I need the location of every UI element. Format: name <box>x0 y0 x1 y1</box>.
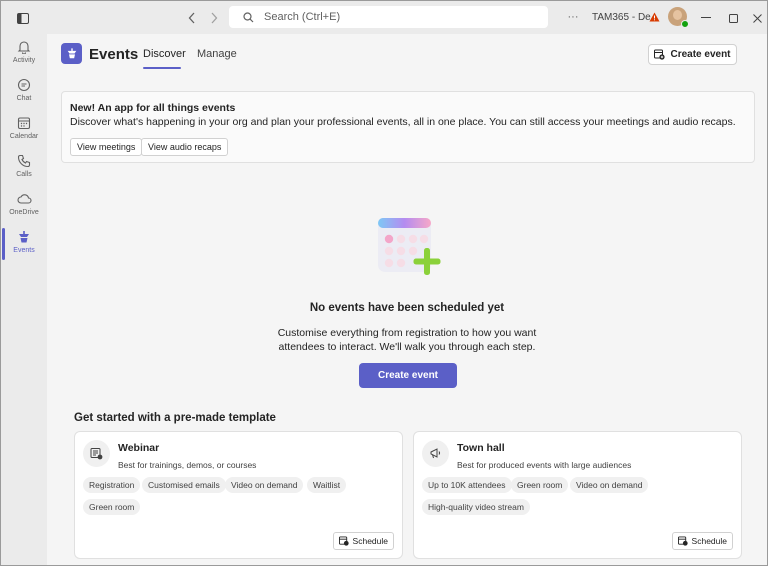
create-event-header-button[interactable]: Create event <box>648 44 737 65</box>
rail-label: Calendar <box>9 133 39 140</box>
webinar-icon <box>83 440 110 467</box>
template-card-webinar[interactable]: Webinar Best for trainings, demos, or co… <box>74 431 403 559</box>
warning-icon[interactable] <box>648 11 660 23</box>
calendar-icon <box>17 117 31 130</box>
feature-tag: Up to 10K attendees <box>422 477 512 493</box>
app-rail: Activity Chat Calendar Calls OneDrive Ev… <box>1 34 47 565</box>
feature-tag: Video on demand <box>225 477 304 493</box>
minimize-icon[interactable] <box>698 10 714 26</box>
maximize-icon[interactable] <box>725 10 741 26</box>
presence-available-icon <box>681 20 689 28</box>
card-title: Town hall <box>457 442 505 454</box>
rail-item-activity[interactable]: Activity <box>1 40 47 76</box>
events-app-icon <box>61 43 82 64</box>
rail-item-onedrive[interactable]: OneDrive <box>1 192 47 228</box>
close-icon[interactable] <box>749 10 765 26</box>
announcement-banner: New! An app for all things events Discov… <box>61 91 755 163</box>
empty-state-description: Customise everything from registration t… <box>277 327 537 353</box>
cloud-icon <box>17 194 32 204</box>
teams-window: Search (Ctrl+E) ··· TAM365 - De... Activ… <box>0 0 768 566</box>
search-icon <box>243 11 254 22</box>
schedule-button[interactable]: Schedule <box>332 532 394 550</box>
sidebar-toggle-icon[interactable] <box>15 10 31 26</box>
page-title: Events <box>89 46 139 63</box>
rail-item-calendar[interactable]: Calendar <box>1 116 47 152</box>
rail-item-chat[interactable]: Chat <box>1 78 47 114</box>
rail-item-events[interactable]: Events <box>1 228 47 266</box>
view-meetings-button[interactable]: View meetings <box>70 138 143 156</box>
events-icon <box>19 231 29 243</box>
feature-tag: High-quality video stream <box>422 499 530 515</box>
feature-tag: Video on demand <box>570 477 649 493</box>
rail-item-calls[interactable]: Calls <box>1 154 47 190</box>
feature-tag: Green room <box>83 499 141 515</box>
rail-label: Events <box>13 247 35 254</box>
calendar-add-icon <box>654 49 666 60</box>
search-input[interactable]: Search (Ctrl+E) <box>229 6 548 28</box>
tab-discover[interactable]: Discover <box>143 48 186 60</box>
calendar-add-icon <box>338 536 349 546</box>
feature-tag: Green room <box>511 477 569 493</box>
more-options-icon[interactable]: ··· <box>564 9 582 25</box>
rail-label: Calls <box>16 171 32 178</box>
rail-label: Activity <box>12 57 36 64</box>
feature-tag: Customised emails <box>142 477 226 493</box>
title-bar: Search (Ctrl+E) ··· TAM365 - De... <box>1 1 767 34</box>
empty-events-illustration <box>378 218 441 275</box>
search-placeholder: Search (Ctrl+E) <box>264 11 341 23</box>
rail-label: OneDrive <box>9 209 39 216</box>
view-audio-recaps-button[interactable]: View audio recaps <box>141 138 229 156</box>
create-event-button[interactable]: Create event <box>359 363 457 388</box>
bell-icon <box>17 41 31 54</box>
chat-icon <box>17 78 31 92</box>
templates-section-title: Get started with a pre-made template <box>74 412 276 424</box>
card-subtitle: Best for produced events with large audi… <box>457 460 632 470</box>
schedule-label: Schedule <box>352 536 388 546</box>
phone-icon <box>17 154 31 168</box>
back-arrow-icon[interactable] <box>184 10 200 26</box>
calendar-add-icon <box>677 536 688 546</box>
card-title: Webinar <box>118 442 160 454</box>
forward-arrow-icon[interactable] <box>206 10 222 26</box>
schedule-label: Schedule <box>691 536 727 546</box>
card-subtitle: Best for trainings, demos, or courses <box>118 460 257 470</box>
feature-tag: Waitlist <box>307 477 347 493</box>
megaphone-icon <box>422 440 449 467</box>
tab-manage[interactable]: Manage <box>197 48 237 60</box>
empty-state-title: No events have been scheduled yet <box>309 302 505 314</box>
rail-label: Chat <box>16 95 32 102</box>
create-event-label: Create event <box>670 49 731 60</box>
banner-description: Discover what's happening in your org an… <box>70 116 736 128</box>
template-card-town-hall[interactable]: Town hall Best for produced events with … <box>413 431 742 559</box>
main-content: Events Discover Manage Create event New!… <box>47 34 767 565</box>
schedule-button[interactable]: Schedule <box>671 532 733 550</box>
banner-title: New! An app for all things events <box>70 102 236 114</box>
feature-tag: Registration <box>83 477 141 493</box>
tab-active-indicator <box>143 67 181 69</box>
